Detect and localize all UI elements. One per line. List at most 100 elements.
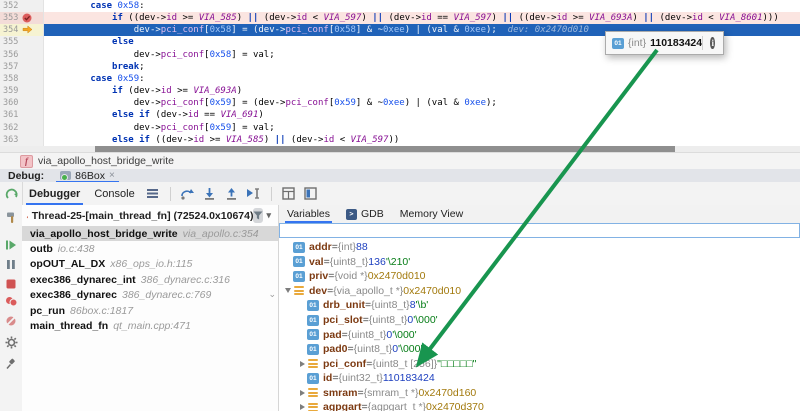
gutter-line-358[interactable]: 358: [0, 73, 44, 85]
toolbar-divider: [271, 187, 272, 201]
step-over-icon[interactable]: [180, 186, 196, 202]
execution-point-icon: [22, 25, 33, 34]
gutter-line-357[interactable]: 357: [0, 61, 44, 73]
frame-location: via_apollo.c:354: [183, 228, 259, 240]
editor-lines: 352 case 0x58:353 if ((dev->id >= VIA_58…: [0, 0, 800, 146]
variable-id[interactable]: 01id = {uint32_t} 110183424: [279, 371, 800, 386]
variable-dev[interactable]: dev = {via_apollo_t *} 0x2470d010: [279, 284, 800, 299]
info-icon[interactable]: i: [710, 37, 715, 49]
code-text[interactable]: case 0x58:: [44, 0, 800, 12]
variable-addr[interactable]: 01addr = {int} 88: [279, 240, 800, 255]
frame-function: main_thread_fn: [30, 320, 108, 332]
stack-frame-outb[interactable]: outbio.c:438: [22, 241, 278, 256]
code-text[interactable]: dev->pci_conf[0x59] = val;: [44, 122, 800, 134]
variable-name: pad: [323, 329, 342, 341]
frame-location: 386_dynarec.c:769: [122, 289, 211, 301]
tab-debugger[interactable]: Debugger: [22, 182, 87, 205]
hammer-icon[interactable]: [4, 210, 19, 225]
hamburger-menu-icon[interactable]: [145, 186, 161, 202]
chevron-right-icon[interactable]: [297, 361, 307, 367]
gutter-line-355[interactable]: 355: [0, 36, 44, 48]
view-breakpoints-icon[interactable]: [4, 294, 19, 309]
gutter-line-361[interactable]: 361: [0, 109, 44, 121]
close-icon[interactable]: ×: [109, 170, 115, 181]
primitive-badge-icon: 01: [293, 242, 305, 253]
stop-icon[interactable]: [4, 276, 19, 291]
chevron-down-icon[interactable]: ▾: [266, 210, 271, 221]
pin-icon[interactable]: [4, 356, 19, 371]
gutter-line-359[interactable]: 359: [0, 85, 44, 97]
gutter-icon-slot: [21, 109, 39, 121]
code-text[interactable]: if ((dev->id >= VIA_585) || (dev->id < V…: [44, 12, 800, 24]
tooltip-value: 110183424: [650, 37, 702, 49]
stack-frame-exec386_dynarec[interactable]: exec386_dynarec386_dynarec.c:769: [22, 288, 278, 303]
variable-type: {int}: [338, 241, 356, 253]
tab-gdb[interactable]: > GDB: [338, 205, 392, 223]
variable-pci_conf[interactable]: pci_conf = {uint8_t [256]} "□□□□□": [279, 356, 800, 371]
run-to-cursor-icon[interactable]: [246, 186, 262, 202]
variable-pad0[interactable]: 01pad0 = {uint8_t} 0 '\000': [279, 342, 800, 357]
variable-val[interactable]: 01val = {uint8_t} 136 '\210': [279, 255, 800, 270]
variable-type: {uint8_t [256]}: [372, 358, 437, 370]
variable-pad[interactable]: 01pad = {uint8_t} 0 '\000': [279, 327, 800, 342]
variable-agpgart[interactable]: agpgart = {agpgart_t *} 0x2470d370: [279, 400, 800, 411]
variable-smram[interactable]: smram = {smram_t *} 0x2470d160: [279, 385, 800, 400]
stack-frame-exec386_dynarec_int[interactable]: exec386_dynarec_int386_dynarec.c:316: [22, 272, 278, 287]
debug-label: Debug:: [8, 170, 44, 182]
settings-gear-icon[interactable]: [4, 335, 19, 350]
session-tab-86box[interactable]: 86Box ×: [56, 169, 119, 182]
variable-value: 0x2470d010: [368, 270, 426, 282]
variable-name: priv: [309, 270, 328, 282]
code-text[interactable]: if (dev->id >= VIA_693A): [44, 85, 800, 97]
code-line-362: 362 dev->pci_conf[0x59] = val;: [0, 122, 800, 134]
primitive-badge-icon: 01: [307, 300, 319, 311]
code-text[interactable]: dev->pci_conf[0x59] = (dev->pci_conf[0x5…: [44, 97, 800, 109]
gutter-line-360[interactable]: 360: [0, 97, 44, 109]
mute-breakpoints-icon[interactable]: [4, 313, 19, 328]
frame-function: opOUT_AL_DX: [30, 258, 105, 270]
gutter-line-354[interactable]: 354: [0, 24, 44, 36]
frames-panel: Thread-25-[main_thread_fn] (72524.0x1067…: [22, 205, 278, 411]
resume-icon[interactable]: [4, 237, 19, 252]
code-text[interactable]: case 0x59:: [44, 73, 800, 85]
frames-panel-chevron-icon[interactable]: ⌄: [268, 289, 276, 300]
chevron-right-icon[interactable]: [297, 404, 307, 410]
gutter-line-362[interactable]: 362: [0, 122, 44, 134]
tab-console[interactable]: Console: [87, 182, 141, 205]
breakpoint-icon[interactable]: [21, 12, 39, 24]
filter-funnel-icon[interactable]: [253, 208, 263, 223]
code-line-357: 357 break;: [0, 61, 800, 73]
code-text[interactable]: else if ((dev->id >= VIA_585) || (dev->i…: [44, 134, 800, 146]
step-into-icon[interactable]: [202, 186, 218, 202]
code-text[interactable]: break;: [44, 61, 800, 73]
line-number: 358: [0, 73, 21, 85]
variable-drb_unit[interactable]: 01drb_unit = {uint8_t} 8 '\b': [279, 298, 800, 313]
stack-frame-pc_run[interactable]: pc_run86box.c:1817: [22, 303, 278, 318]
step-out-icon[interactable]: [224, 186, 240, 202]
chevron-down-icon[interactable]: [283, 288, 293, 293]
gutter-line-363[interactable]: 363: [0, 134, 44, 146]
stack-frame-main_thread_fn[interactable]: main_thread_fnqt_main.cpp:471: [22, 318, 278, 333]
gutter-line-353[interactable]: 353: [0, 12, 44, 24]
chevron-right-icon[interactable]: [297, 390, 307, 396]
tab-memory-view[interactable]: Memory View: [392, 205, 471, 223]
stack-frame-opOUT_AL_DX[interactable]: opOUT_AL_DXx86_ops_io.h:115: [22, 257, 278, 272]
gutter-line-356[interactable]: 356: [0, 49, 44, 61]
thread-selector[interactable]: Thread-25-[main_thread_fn] (72524.0x1067…: [22, 205, 278, 226]
layout-grid-icon[interactable]: [281, 186, 297, 202]
evaluate-expression-input[interactable]: [279, 223, 800, 238]
pause-icon[interactable]: [4, 257, 19, 272]
layout-columns-icon[interactable]: [303, 186, 319, 202]
variable-priv[interactable]: 01priv = {void *} 0x2470d010: [279, 269, 800, 284]
gutter-line-352[interactable]: 352: [0, 0, 44, 12]
variable-value: 110183424: [383, 372, 435, 384]
debugger-left-toolbar: [0, 182, 23, 411]
stack-frames-list: via_apollo_host_bridge_writevia_apollo.c…: [22, 226, 278, 334]
tab-variables[interactable]: Variables: [279, 205, 338, 223]
rerun-icon[interactable]: [4, 187, 19, 202]
code-text[interactable]: else if (dev->id == VIA_691): [44, 109, 800, 121]
execution-point-icon[interactable]: [21, 24, 39, 36]
variable-pci_slot[interactable]: 01pci_slot = {uint8_t} 0 '\000': [279, 313, 800, 328]
stack-frame-via_apollo_host_bridge_write[interactable]: via_apollo_host_bridge_writevia_apollo.c…: [22, 226, 278, 241]
code-editor[interactable]: 352 case 0x58:353 if ((dev->id >= VIA_58…: [0, 0, 800, 146]
